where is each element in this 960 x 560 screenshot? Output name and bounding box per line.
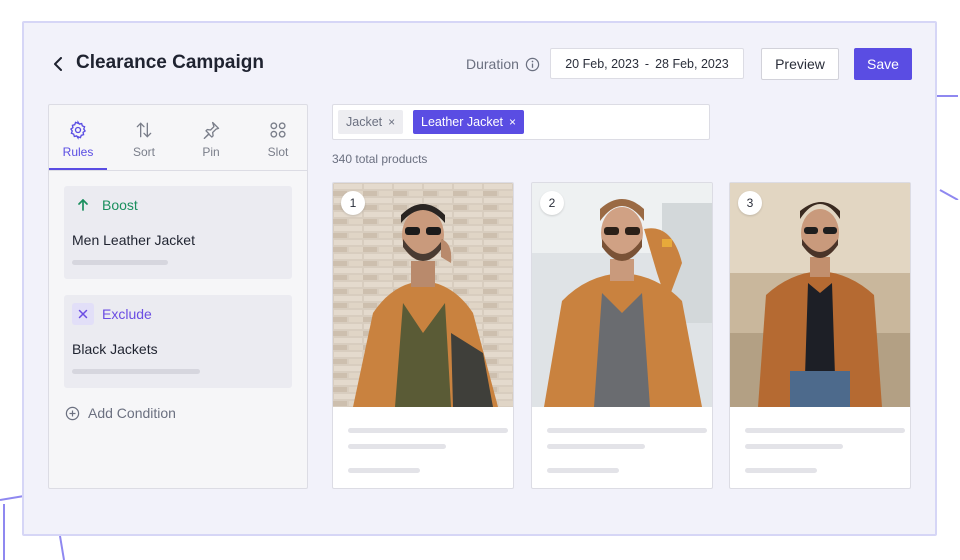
date-separator: -	[644, 56, 650, 71]
info-icon[interactable]	[525, 57, 540, 72]
tab-pin-label: Pin	[202, 145, 220, 159]
loading-placeholder	[745, 468, 817, 473]
date-start: 20 Feb, 2023	[565, 56, 639, 71]
product-card[interactable]: 2	[531, 182, 713, 489]
loading-placeholder	[547, 468, 619, 473]
rule-header: Boost	[72, 194, 138, 216]
chevron-left-icon	[54, 57, 62, 71]
rank-badge: 3	[738, 191, 762, 215]
loading-placeholder	[547, 428, 707, 433]
tab-sort[interactable]: Sort	[115, 119, 173, 159]
tab-slot-label: Slot	[267, 145, 289, 159]
duration-label: Duration	[466, 56, 540, 72]
filter-input[interactable]: Jacket × Leather Jacket ×	[332, 104, 710, 140]
loading-placeholder	[348, 444, 446, 449]
arrow-up-icon	[72, 194, 94, 216]
tab-slot[interactable]: Slot	[249, 119, 307, 159]
product-image	[532, 183, 712, 407]
plus-circle-icon	[65, 406, 80, 420]
rank-badge: 2	[540, 191, 564, 215]
rule-card-exclude[interactable]: Exclude Black Jackets	[64, 295, 292, 388]
loading-placeholder	[745, 428, 905, 433]
rule-name: Black Jackets	[72, 341, 158, 357]
duration-text: Duration	[466, 56, 519, 72]
tab-rules-label: Rules	[62, 145, 94, 159]
sort-arrows-icon	[136, 122, 152, 138]
add-condition-button[interactable]: Add Condition	[65, 405, 176, 421]
product-image	[333, 183, 513, 407]
product-card[interactable]: 1	[332, 182, 514, 489]
rule-name: Men Leather Jacket	[72, 232, 195, 248]
loading-placeholder	[547, 444, 645, 449]
rank-badge: 1	[341, 191, 365, 215]
total-products-count: 340 total products	[332, 152, 428, 166]
back-button[interactable]	[48, 54, 68, 74]
loading-placeholder	[348, 428, 508, 433]
filter-chip[interactable]: Jacket ×	[338, 110, 404, 134]
page-title: Clearance Campaign	[76, 52, 264, 73]
rule-type-label: Exclude	[102, 306, 152, 322]
tab-rules[interactable]: Rules	[49, 119, 107, 159]
x-icon	[72, 303, 94, 325]
filter-chip-label: Jacket	[346, 115, 383, 129]
rule-header: Exclude	[72, 303, 152, 325]
loading-placeholder	[348, 468, 420, 473]
pin-icon	[203, 121, 220, 139]
rule-progress-bar	[72, 260, 168, 265]
tab-pin[interactable]: Pin	[182, 119, 240, 159]
panel-tabs: Rules Sort Pin Slot	[49, 105, 307, 171]
date-end: 28 Feb, 2023	[655, 56, 729, 71]
product-image	[730, 183, 910, 407]
close-icon[interactable]: ×	[509, 115, 516, 129]
preview-button[interactable]: Preview	[761, 48, 839, 80]
grid-icon	[270, 122, 286, 138]
rule-type-label: Boost	[102, 197, 138, 213]
rule-card-boost[interactable]: Boost Men Leather Jacket	[64, 186, 292, 279]
product-card[interactable]: 3	[729, 182, 911, 489]
close-icon[interactable]: ×	[388, 115, 395, 129]
date-range-picker[interactable]: 20 Feb, 2023 - 28 Feb, 2023	[550, 48, 744, 79]
loading-placeholder	[745, 444, 843, 449]
save-button[interactable]: Save	[854, 48, 912, 80]
tab-sort-label: Sort	[132, 145, 155, 159]
add-condition-label: Add Condition	[88, 405, 176, 421]
active-tab-indicator	[49, 168, 107, 170]
rules-panel: Rules Sort Pin Slot Boost Men Leather Ja…	[48, 104, 308, 489]
filter-chip-label: Leather Jacket	[421, 115, 503, 129]
filter-chip[interactable]: Leather Jacket ×	[413, 110, 525, 134]
gear-icon	[69, 120, 87, 140]
rule-progress-bar	[72, 369, 200, 374]
